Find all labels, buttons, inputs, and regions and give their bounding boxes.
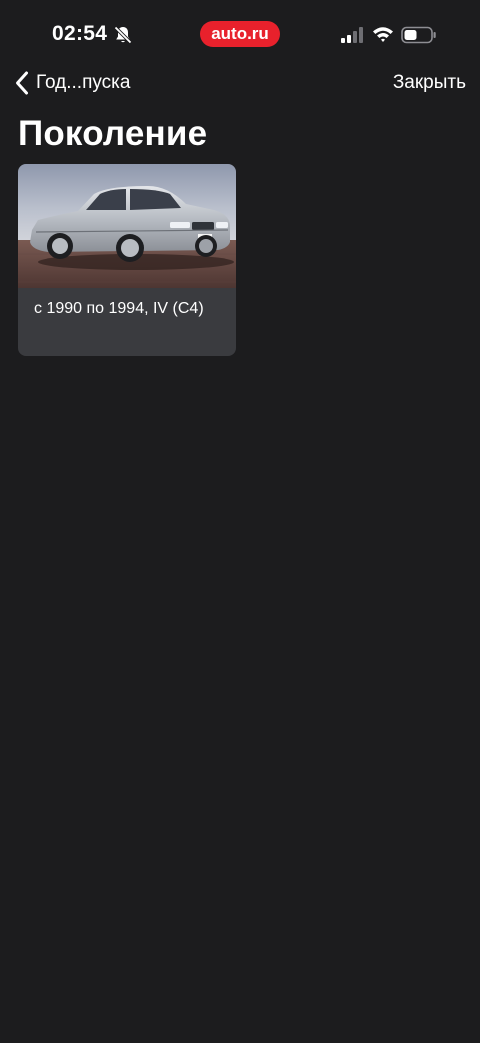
chevron-left-icon bbox=[16, 71, 28, 95]
status-time: 02:54 bbox=[52, 22, 108, 45]
page-title: Поколение bbox=[18, 114, 208, 153]
back-button[interactable]: Год...пуска bbox=[14, 70, 130, 96]
cellular-signal-icon bbox=[341, 27, 363, 43]
generation-card[interactable]: с 1990 по 1994, IV (C4) bbox=[18, 164, 236, 356]
status-bar: 02:54 auto.ru bbox=[0, 0, 480, 70]
back-button-label: Год...пуска bbox=[36, 72, 131, 93]
wifi-icon bbox=[373, 27, 393, 42]
battery-icon bbox=[401, 26, 436, 44]
bell-slash-icon bbox=[114, 26, 132, 44]
generation-label: с 1990 по 1994, IV (C4) bbox=[34, 300, 204, 317]
app-badge[interactable]: auto.ru bbox=[200, 21, 280, 47]
close-button[interactable]: Закрыть bbox=[393, 70, 466, 96]
car-photo bbox=[18, 164, 236, 288]
